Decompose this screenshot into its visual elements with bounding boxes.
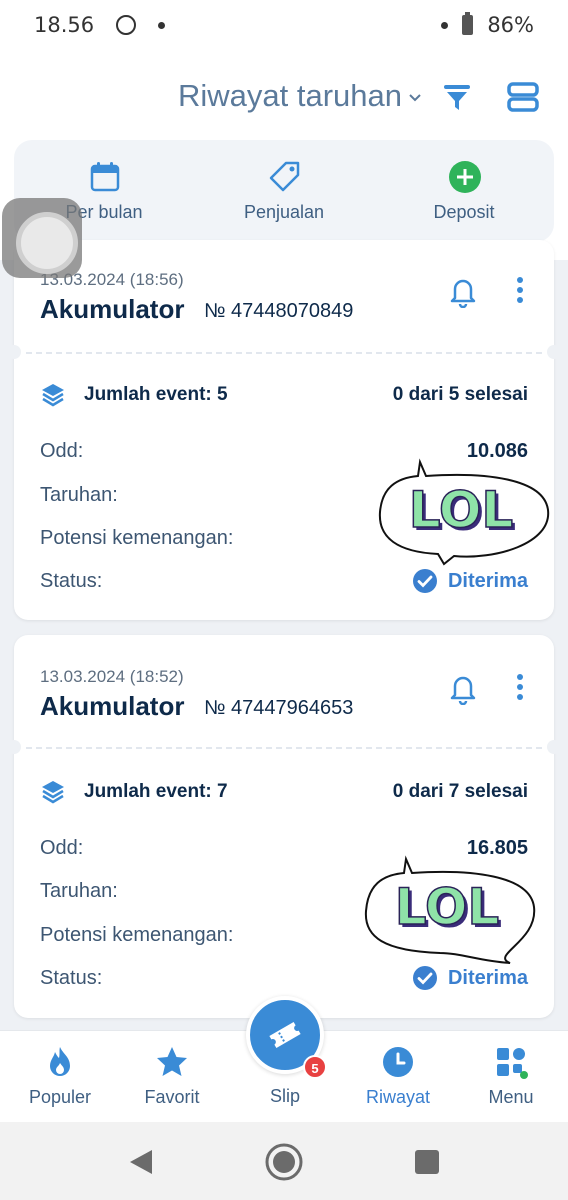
- nav-favorites[interactable]: Favorit: [122, 1031, 222, 1123]
- events-count: Jumlah event: 5: [84, 384, 228, 405]
- svg-text:LOL: LOL: [395, 878, 499, 936]
- bet-type: Akumulator: [40, 294, 185, 324]
- battery-icon: [462, 12, 474, 35]
- layers-icon: [42, 384, 64, 407]
- nav-favorites-label: Favorit: [144, 1087, 200, 1107]
- check-circle-icon: [412, 966, 437, 990]
- status-label: Status:: [40, 570, 103, 592]
- ticket-notch-right: [547, 740, 561, 754]
- nav-slip-label: Slip: [269, 1086, 300, 1106]
- status-text: Diterima: [447, 966, 528, 989]
- more-options-icon[interactable]: [510, 671, 530, 705]
- page-title: Riwayat taruhan: [177, 78, 402, 113]
- history-dropdown[interactable]: Riwayat taruhan: [178, 78, 422, 114]
- nav-history-label: Riwayat: [365, 1087, 431, 1107]
- ticket-icon: [269, 1021, 301, 1049]
- bell-icon[interactable]: [446, 671, 480, 705]
- status-value: Diterima: [412, 965, 528, 991]
- battery-level: 86%: [487, 13, 534, 37]
- status-dot-icon: [441, 21, 449, 29]
- check-circle-icon: [412, 569, 437, 593]
- potential-win-label: Potensi kemenangan:: [40, 527, 234, 549]
- notification-circle-icon: [116, 15, 137, 35]
- status-label: Status:: [40, 967, 103, 989]
- events-progress: 0 dari 5 selesai: [392, 384, 528, 405]
- ticket-divider: [26, 747, 542, 749]
- chevron-down-icon: [409, 94, 421, 102]
- notification-dot-icon: [158, 21, 166, 29]
- deposit-label: Deposit: [433, 202, 495, 222]
- status-value: Diterima: [412, 568, 528, 594]
- bet-number: № 47448070849: [204, 300, 354, 322]
- tag-icon: [269, 161, 300, 192]
- nav-history[interactable]: Riwayat: [348, 1031, 448, 1123]
- stake-label: Taruhan:: [40, 880, 118, 902]
- back-icon[interactable]: [128, 1148, 154, 1176]
- plus-circle-icon: [449, 161, 481, 193]
- events-count: Jumlah event: 7: [84, 781, 228, 802]
- stake-label: Taruhan:: [40, 484, 118, 506]
- nav-popular[interactable]: Populer: [10, 1031, 110, 1123]
- lol-sticker: LOL LOL: [378, 458, 550, 566]
- ticket-notch-left: [7, 345, 21, 359]
- svg-text:LOL: LOL: [409, 481, 513, 539]
- nav-menu[interactable]: Menu: [461, 1031, 561, 1123]
- deposit-button[interactable]: Deposit: [374, 140, 554, 242]
- more-options-icon[interactable]: [510, 274, 530, 308]
- odd-label: Odd:: [40, 440, 84, 462]
- view-toggle-icon[interactable]: [506, 80, 540, 114]
- quick-actions-bar: Per bulan Penjualan Deposit: [14, 140, 554, 242]
- system-navigation-bar: [0, 1122, 568, 1200]
- ticket-notch-right: [547, 345, 561, 359]
- bet-date: 13.03.2024 (18:52): [40, 667, 184, 686]
- grid-icon: [497, 1048, 528, 1079]
- bell-icon[interactable]: [446, 274, 480, 308]
- lol-sticker: LOL LOL: [364, 855, 536, 964]
- sales-button[interactable]: Penjualan: [194, 140, 374, 242]
- star-icon: [157, 1047, 187, 1076]
- nav-menu-label: Menu: [488, 1087, 534, 1107]
- status-bar: 18.56 86%: [0, 0, 568, 50]
- bet-type: Akumulator: [40, 691, 185, 721]
- filter-icon[interactable]: [440, 80, 474, 114]
- bet-number: № 47447964653: [204, 697, 354, 719]
- sales-label: Penjualan: [243, 202, 325, 222]
- potential-win-label: Potensi kemenangan:: [40, 924, 234, 946]
- home-icon[interactable]: [264, 1142, 304, 1182]
- assistive-touch-button[interactable]: [2, 198, 82, 278]
- clock-icon: [383, 1047, 413, 1077]
- events-progress: 0 dari 7 selesai: [392, 781, 528, 802]
- status-text: Diterima: [447, 569, 528, 592]
- ticket-divider: [26, 352, 542, 354]
- slip-count-badge: 5: [303, 1055, 327, 1079]
- bet-card[interactable]: 13.03.2024 (18:56) Akumulator № 47448070…: [7, 240, 561, 620]
- nav-popular-label: Populer: [28, 1087, 92, 1107]
- flame-icon: [50, 1047, 70, 1076]
- page-header: Riwayat taruhan Per bulan Penjualan Depo…: [0, 50, 568, 260]
- layers-icon: [42, 781, 64, 804]
- bet-card[interactable]: 13.03.2024 (18:52) Akumulator № 47447964…: [7, 635, 561, 1018]
- calendar-icon: [90, 162, 120, 192]
- recents-icon[interactable]: [414, 1149, 440, 1175]
- ticket-notch-left: [7, 740, 21, 754]
- status-time: 18.56: [34, 13, 95, 37]
- odd-label: Odd:: [40, 837, 84, 859]
